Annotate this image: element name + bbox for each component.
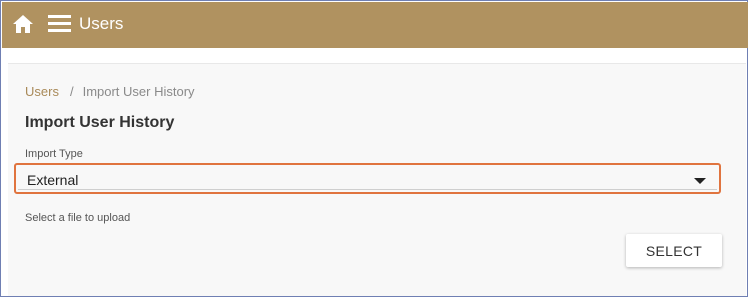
main-content: Users / Import User History Import User Hi…: [8, 63, 746, 296]
window-frame: Users Users / Import User History Import U…: [0, 0, 748, 297]
page-title: Import User History: [25, 114, 175, 131]
import-type-select-field: External: [18, 167, 717, 190]
import-type-value: External: [27, 172, 79, 188]
top-app-bar: Users: [2, 2, 748, 48]
upload-hint: Select a file to upload: [25, 212, 131, 224]
breadcrumb-separator: /: [69, 84, 74, 99]
breadcrumb-current: Import User History: [82, 84, 195, 99]
select-file-button[interactable]: SELECT: [626, 234, 722, 267]
breadcrumb: Users / Import User History: [25, 84, 195, 99]
import-type-select[interactable]: External: [14, 163, 721, 194]
menu-icon[interactable]: [48, 14, 71, 33]
breadcrumb-link-users[interactable]: Users: [25, 84, 59, 99]
app-title: Users: [79, 14, 124, 33]
chevron-down-icon: [694, 178, 706, 184]
import-type-label: Import Type: [25, 148, 83, 160]
home-icon[interactable]: [12, 14, 34, 34]
